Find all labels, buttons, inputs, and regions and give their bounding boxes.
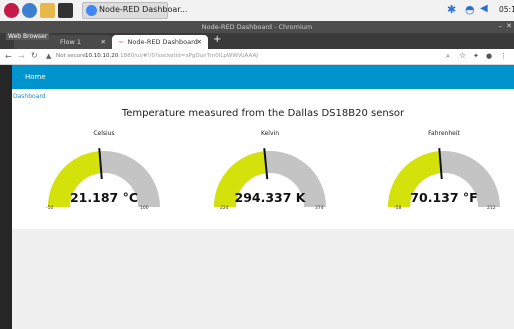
zoom-icon[interactable]: ⌕ — [446, 52, 450, 61]
dashboard-content: Dashboard Temperature measured from the … — [12, 89, 514, 229]
tab-close-icon[interactable]: ✕ — [197, 38, 202, 46]
dashboard-header: Home — [12, 65, 514, 89]
globe-icon[interactable] — [22, 3, 37, 18]
dashboard-empty-area — [12, 229, 514, 329]
tooltip: Web Browser — [6, 33, 50, 40]
os-taskbar: Node-RED Dashboar... ✱ ◓ ◀ 05:1 — [0, 0, 514, 21]
gauge-min-celsius: -50 — [46, 206, 54, 211]
security-label: Not secure — [56, 53, 86, 59]
gauge-label-kelvin: Kelvin — [260, 130, 279, 137]
browser-titlebar: Node-RED Dashboard - Chromium Web Browse… — [0, 21, 514, 40]
gauge-value-celsius: 21.187 °C — [69, 190, 138, 205]
taskbar-task-chromium[interactable]: Node-RED Dashboar... — [82, 2, 187, 19]
window-title: Node-RED Dashboard - Chromium — [201, 23, 313, 31]
new-tab-button[interactable]: + — [213, 34, 221, 45]
taskbar-task-label: Node-RED Dashboar... — [99, 5, 188, 14]
chrome-icon — [86, 5, 97, 16]
volume-icon[interactable]: ◀ — [480, 3, 488, 14]
gauge-min-fahrenheit: -58 — [394, 206, 402, 211]
tab-label: Node-RED Dashboard — [127, 38, 198, 46]
url-path: :1880/ui/#!/0?socketid=xPgDunTm0lLpWWVuA… — [118, 53, 258, 59]
raspberry-icon[interactable] — [4, 3, 19, 18]
tab-strip: Flow 1 ✕ ∼ Node-RED Dashboard ✕ + — [0, 33, 514, 49]
profile-icon[interactable]: ● — [486, 52, 492, 60]
close-window-icon[interactable]: ✕ — [506, 22, 512, 30]
url-host: 10.10.10.20 — [85, 53, 119, 59]
forward-icon[interactable]: → — [18, 52, 25, 61]
bookmark-star-icon[interactable]: ☆ — [459, 51, 466, 60]
window-edge — [0, 65, 12, 329]
minimize-icon[interactable]: – — [499, 22, 503, 30]
node-red-icon: ∼ — [118, 38, 124, 46]
gauge-max-celsius: 100 — [140, 206, 149, 211]
gauge-label-fahrenheit: Fahrenheit — [428, 130, 460, 137]
wifi-icon[interactable]: ◓ — [465, 3, 475, 16]
reload-icon[interactable]: ↻ — [31, 51, 38, 60]
address-bar: ← → ↻ ▲ Not secure 10.10.10.20:1880/ui/#… — [0, 49, 514, 65]
bluetooth-icon[interactable]: ✱ — [447, 3, 456, 16]
tab-label: Flow 1 — [60, 38, 82, 46]
clock: 05:1 — [499, 5, 514, 14]
menu-icon[interactable]: ⋮ — [500, 52, 507, 60]
warning-icon: ▲ — [46, 52, 52, 60]
extension-icon[interactable]: ✦ — [473, 52, 479, 60]
gauges-svg — [48, 148, 500, 207]
gauge-value-fahrenheit: 70.137 °F — [410, 190, 478, 205]
dashboard-header-title: Home — [25, 73, 46, 81]
gauge-value-kelvin: 294.337 K — [234, 190, 306, 205]
terminal-icon[interactable] — [58, 3, 73, 18]
tab-close-icon[interactable]: ✕ — [101, 38, 106, 46]
gauge-max-fahrenheit: 212 — [487, 206, 496, 211]
tab-node-red-dashboard[interactable]: ∼ Node-RED Dashboard ✕ — [112, 35, 208, 49]
url-field[interactable]: 10.10.10.20:1880/ui/#!/0?socketid=xPgDun… — [85, 53, 258, 59]
gauge-min-kelvin: 224 — [220, 206, 229, 211]
back-icon[interactable]: ← — [5, 52, 12, 61]
gauge-max-kelvin: 374 — [315, 206, 324, 211]
folder-icon[interactable] — [40, 3, 55, 18]
gauge-label-celsius: Celsius — [93, 130, 115, 137]
